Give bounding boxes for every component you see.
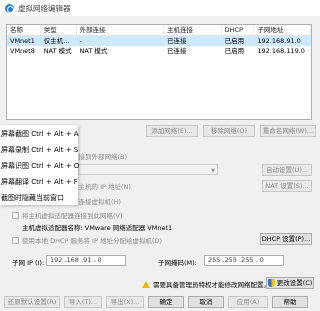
cell-external: NAT 模式 — [79, 47, 108, 55]
subnet-mask-input[interactable]: 255 .255 .255 . 0 — [204, 255, 284, 266]
export-button[interactable]: 导出(X)... — [106, 296, 144, 308]
bridged-adapter-select[interactable]: ▼ — [78, 164, 218, 175]
cell-subnet: 192.168.119.0 — [257, 47, 305, 55]
use-dhcp-checkbox[interactable]: 使用本地 DHCP 服务将 IP 地址分配给虚拟机(D) — [12, 235, 162, 245]
network-button-row: 添加网络(E)... 移除网络(O) 重命名网络(W)... — [146, 125, 316, 137]
remove-network-button[interactable]: 移除网络(O) — [203, 125, 255, 137]
subnet-ip-input[interactable]: 192 .168 .91 . 0 — [46, 255, 126, 266]
bridged-option[interactable]: 连接到外部网络(B) — [72, 151, 127, 161]
menu-item-record[interactable]: 屏幕录制 Ctrl + Alt + S — [0, 143, 78, 157]
network-table[interactable]: 名称 类型 外部连接 主机连接 DHCP 子网地址 VMnet1 仅主机... … — [6, 24, 312, 120]
cell-subnet: 192.168.91.0 — [257, 37, 301, 45]
dhcp-settings-button[interactable]: DHCP 设置(P)... — [260, 233, 312, 245]
column-header-external[interactable]: 外部连接 — [77, 25, 164, 35]
ok-button[interactable]: 确定 — [148, 296, 184, 308]
admin-notice-text: 需要具备管理员特权才能修改网络配置。 — [153, 281, 270, 289]
window-title: 虚拟网络编辑器 — [18, 3, 71, 13]
menu-item-screenshot[interactable]: 屏幕截图 Ctrl + Alt + A — [0, 127, 79, 141]
table-row[interactable]: VMnet8 NAT 模式 NAT 模式 已连接 已启用 192.168.119… — [7, 46, 311, 56]
chevron-down-icon: ▼ — [211, 168, 215, 174]
subnet-ip-label: 子网 IP (I): — [12, 259, 45, 267]
adapter-name-label: 主机虚拟适配器名称: VMware 网络适配器 VMnet1 — [22, 224, 173, 232]
hostonly-option[interactable]: 内连接虚拟机(H) — [72, 196, 121, 206]
admin-notice: 需要具备管理员特权才能修改网络配置。 — [142, 279, 270, 289]
auto-settings-button[interactable]: 自动设置(U)... — [262, 164, 312, 176]
vmware-app-icon — [5, 3, 14, 13]
checkbox-icon — [12, 236, 19, 244]
change-settings-label: 更改设置(C) — [276, 279, 313, 287]
help-button[interactable]: 帮助 — [272, 296, 308, 308]
import-button[interactable]: 导入(T)... — [64, 296, 102, 308]
column-header-host[interactable]: 主机连接 — [164, 25, 222, 35]
connect-adapter-label: 将主机虚拟适配器连接到此网络(V) — [22, 212, 123, 220]
table-row[interactable]: VMnet1 仅主机... - 已连接 已启用 192.168.91.0 — [7, 36, 311, 46]
nat-option[interactable]: 享主机的 IP 地址(N) — [72, 181, 131, 191]
table-header: 名称 类型 外部连接 主机连接 DHCP 子网地址 — [7, 25, 311, 36]
screenshot-context-menu: 屏幕截图 Ctrl + Alt + A 屏幕录制 Ctrl + Alt + S … — [0, 125, 79, 205]
apply-button[interactable]: 应用(A) — [228, 296, 268, 308]
cell-dhcp: 已启用 — [224, 47, 245, 55]
virtual-network-editor-window: 虚拟网络编辑器 名称 类型 外部连接 主机连接 DHCP 子网地址 VMnet1… — [0, 0, 320, 311]
nat-label: 享主机的 IP 地址(N) — [72, 183, 131, 191]
menu-item-translate[interactable]: 屏幕翻译 Ctrl + Alt + F — [0, 175, 78, 189]
bridged-label: 连接到外部网络(B) — [72, 153, 128, 161]
cell-external: - — [79, 37, 82, 45]
cell-name: VMnet1 — [10, 37, 35, 45]
cancel-button[interactable]: 取消 — [188, 296, 224, 308]
subnet-mask-label: 子网掩码(M): — [158, 259, 197, 267]
title-bar: 虚拟网络编辑器 — [0, 0, 320, 16]
bottom-button-row: 还原默认设置(R) 导入(T)... 导出(X)... 确定 取消 应用(A) … — [4, 296, 308, 308]
nat-settings-button[interactable]: NAT 设置(S)... — [262, 180, 312, 192]
warning-icon — [142, 280, 150, 288]
connect-adapter-checkbox[interactable]: 将主机虚拟适配器连接到此网络(V) — [12, 210, 123, 220]
hostonly-label: 内连接虚拟机(H) — [72, 198, 121, 206]
menu-item-ocr[interactable]: 屏幕识图 Ctrl + Alt + O — [0, 159, 79, 173]
cell-dhcp: 已启用 — [224, 37, 245, 45]
checkbox-icon — [12, 211, 19, 219]
change-settings-button[interactable]: 更改设置(C) — [266, 277, 314, 289]
cell-host: 已连接 — [166, 37, 187, 45]
column-header-subnet[interactable]: 子网地址 — [254, 25, 311, 35]
cell-type: NAT 模式 — [43, 47, 72, 55]
add-network-button[interactable]: 添加网络(E)... — [146, 125, 198, 137]
menu-item-hide-window[interactable]: 截图时隐藏当前窗口 — [0, 191, 78, 205]
restore-defaults-button[interactable]: 还原默认设置(R) — [4, 296, 60, 308]
uac-shield-icon — [267, 279, 275, 287]
column-header-type[interactable]: 类型 — [41, 25, 77, 35]
cell-name: VMnet8 — [10, 47, 35, 55]
rename-network-button[interactable]: 重命名网络(W)... — [260, 125, 316, 137]
use-dhcp-label: 使用本地 DHCP 服务将 IP 地址分配给虚拟机(D) — [22, 237, 163, 245]
cell-type: 仅主机... — [43, 37, 70, 45]
column-header-name[interactable]: 名称 — [7, 25, 41, 35]
cell-host: 已连接 — [166, 47, 187, 55]
column-header-dhcp[interactable]: DHCP — [222, 25, 255, 35]
